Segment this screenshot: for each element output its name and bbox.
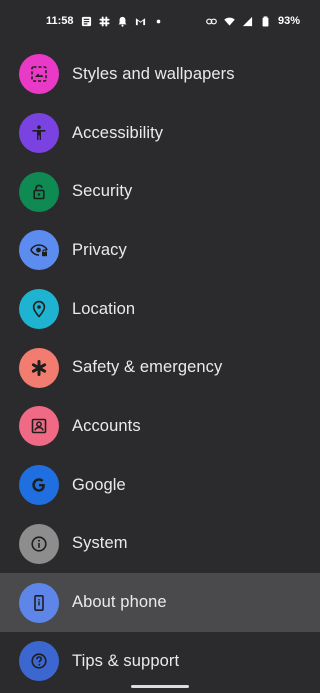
settings-item-google[interactable]: Google <box>0 456 320 515</box>
settings-item-label: Accessibility <box>72 123 164 142</box>
status-bar-left: 11:58 <box>46 15 164 27</box>
settings-item-safety-emergency[interactable]: Safety & emergency <box>0 338 320 397</box>
location-pin-icon <box>19 289 59 330</box>
eye-lock-icon <box>19 230 59 271</box>
settings-item-label: Accounts <box>72 416 141 435</box>
lock-icon <box>19 171 59 212</box>
settings-item-label: Tips & support <box>72 651 180 670</box>
wifi-icon <box>224 16 235 27</box>
info-icon <box>19 523 59 564</box>
settings-item-security[interactable]: Security <box>0 162 320 221</box>
settings-item-styles-and-wallpapers[interactable]: Styles and wallpapers <box>0 45 320 104</box>
asterisk-icon <box>19 347 59 388</box>
status-time: 11:58 <box>46 15 74 27</box>
battery-percentage: 93% <box>277 15 300 27</box>
settings-item-system[interactable]: System <box>0 515 320 574</box>
settings-item-label: Security <box>72 182 133 201</box>
settings-item-label: About phone <box>72 593 167 612</box>
phone-icon <box>19 582 59 623</box>
accessibility-icon <box>19 113 59 154</box>
settings-item-label: Location <box>72 299 136 318</box>
google-icon <box>19 465 59 506</box>
settings-item-accessibility[interactable]: Accessibility <box>0 104 320 163</box>
signal-icon <box>242 16 253 27</box>
settings-item-label: System <box>72 534 128 553</box>
settings-item-label: Styles and wallpapers <box>72 64 235 83</box>
help-icon <box>19 641 59 682</box>
settings-item-about-phone[interactable]: About phone <box>0 573 320 632</box>
link-icon <box>206 16 217 27</box>
settings-item-label: Google <box>72 475 126 494</box>
status-bar-right: 93% <box>206 15 300 27</box>
settings-item-accounts[interactable]: Accounts <box>0 397 320 456</box>
news-icon <box>81 16 92 27</box>
status-bar: 11:58 93% <box>0 0 320 42</box>
slack-icon <box>98 15 110 27</box>
account-box-icon <box>19 406 59 447</box>
settings-item-location[interactable]: Location <box>0 280 320 339</box>
settings-item-privacy[interactable]: Privacy <box>0 221 320 280</box>
bell-icon <box>117 16 128 27</box>
settings-item-label: Safety & emergency <box>72 358 223 377</box>
settings-item-label: Privacy <box>72 240 127 259</box>
settings-item-tips-support[interactable]: Tips & support <box>0 632 320 691</box>
gmail-icon <box>135 16 146 27</box>
gesture-nav-handle[interactable] <box>131 685 189 688</box>
dot-icon <box>153 16 164 27</box>
battery-icon <box>260 15 271 27</box>
palette-frame-icon <box>19 54 59 95</box>
settings-list: Styles and wallpapers Accessibility Secu… <box>0 45 320 691</box>
